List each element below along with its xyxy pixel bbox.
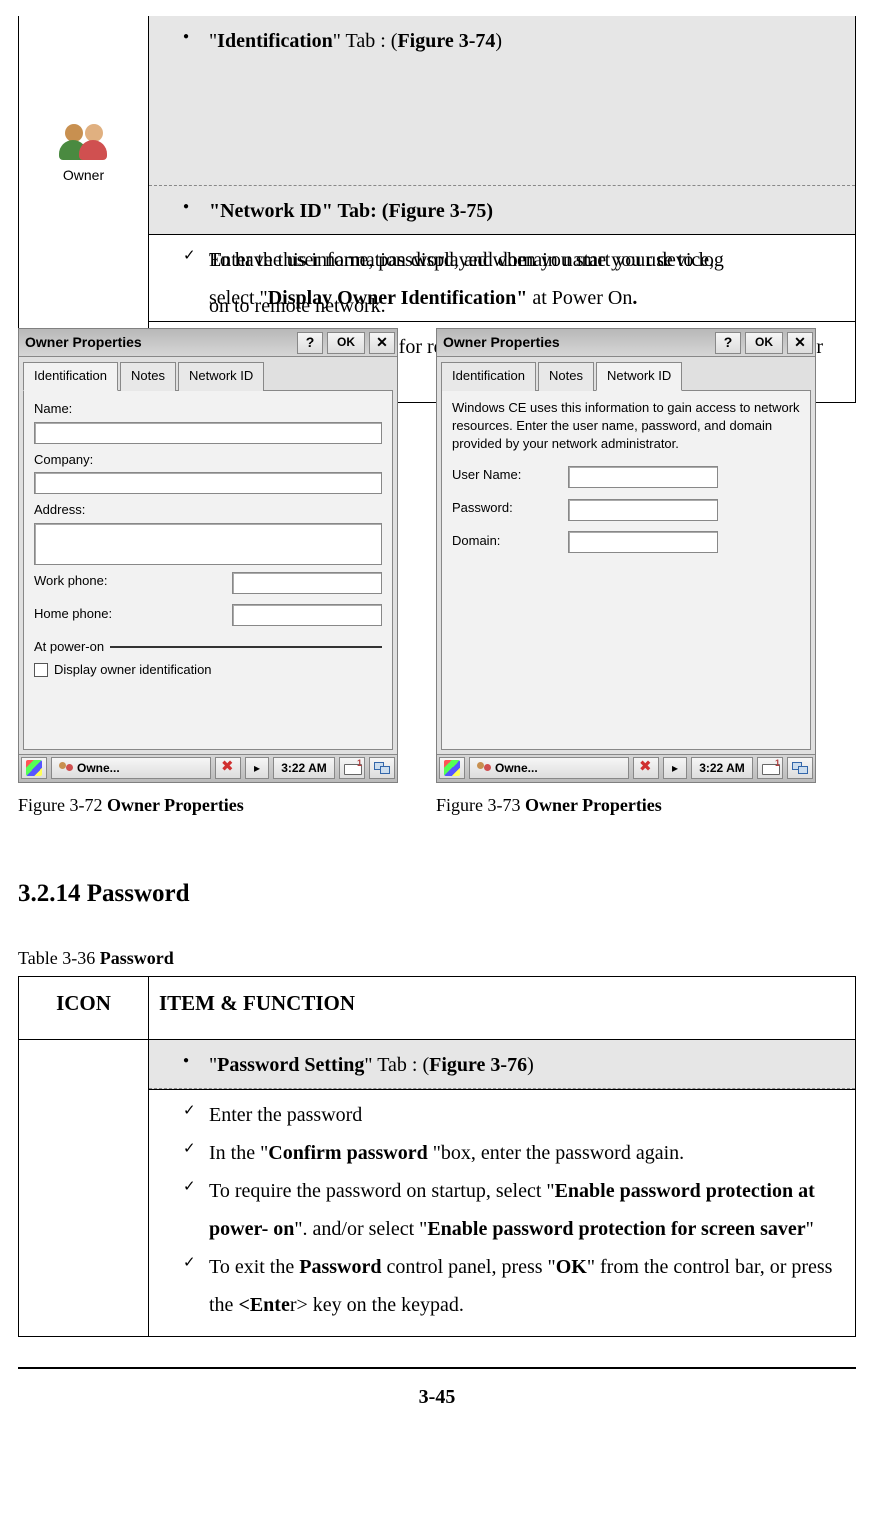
keyboard-indicator[interactable] [339,757,365,779]
page-number: 3-45 [18,1367,856,1413]
start-icon [444,760,460,776]
display-owner-label: Display owner identification [54,660,212,681]
name-input[interactable] [34,422,382,444]
work-phone-label: Work phone: [34,571,226,592]
password-step-1: Enter the password [209,1096,845,1134]
identification-tab-heading: "Identification" Tab : (Figure 3-74) [209,22,845,60]
bullet-check-icon [183,1096,209,1134]
network-icon [792,760,808,776]
start-button[interactable] [439,757,465,779]
close-button[interactable] [787,332,813,354]
password-table-header-func: ITEM & FUNCTION [149,977,856,1040]
tab-body: Windows CE uses this information to gain… [441,390,811,750]
owner-icon-label: Owner [19,164,148,186]
tray-arrow[interactable]: ▸ [663,757,687,779]
password-table: ICON ITEM & FUNCTION "Password Setting" … [18,976,856,1337]
bullet-check-icon [183,1134,209,1172]
tab-network-id[interactable]: Network ID [178,362,264,391]
address-label: Address: [34,500,382,521]
table-caption: Table 3-36 Password [18,944,856,973]
bullet-check-icon [183,1172,209,1248]
tab-strip: Identification Notes Network ID [19,357,397,390]
owner-tab-body-text: To have this information displayed when … [209,241,845,317]
taskbar: Owne... ▸ 3:22 AM [19,754,397,782]
domain-input[interactable] [568,531,718,553]
owner-task-icon [58,760,74,776]
help-button[interactable] [715,332,741,354]
window-title: Owner Properties [25,331,293,353]
keyboard-indicator[interactable] [757,757,783,779]
tray-arrow[interactable]: ▸ [245,757,269,779]
figure-caption-left: Figure 3-72 Owner Properties [18,791,398,820]
owner-task-icon [476,760,492,776]
clock[interactable]: 3:22 AM [273,757,335,779]
domain-label: Domain: [452,531,562,552]
network-indicator[interactable] [369,757,395,779]
username-input[interactable] [568,466,718,488]
bullet-dot-icon [183,1046,209,1084]
tray-x-icon [638,760,654,776]
password-step-4: To exit the Password control panel, pres… [209,1248,845,1324]
keyboard-icon [344,760,360,776]
tab-notes[interactable]: Notes [538,362,594,391]
section-heading: 3.2.14 Password [18,874,856,914]
close-button[interactable] [369,332,395,354]
home-phone-label: Home phone: [34,604,226,625]
taskbar-app-button[interactable]: Owne... [51,757,211,779]
password-label: Password: [452,498,562,519]
work-phone-input[interactable] [232,572,382,594]
taskbar: Owne... ▸ 3:22 AM [437,754,815,782]
display-owner-checkbox[interactable] [34,663,48,677]
window-title: Owner Properties [443,331,711,353]
tray-item[interactable] [633,757,659,779]
tray-x-icon [220,760,236,776]
address-input[interactable] [34,523,382,565]
password-table-header-icon: ICON [19,977,149,1040]
titlebar: Owner Properties OK [19,329,397,357]
owner-properties-networkid-window: Owner Properties OK Identification Notes… [436,328,816,783]
network-id-description: Windows CE uses this information to gain… [452,399,800,454]
tab-body: Name: Company: Address: Work phone: Home… [23,390,393,750]
password-step-3: To require the password on startup, sele… [209,1172,845,1248]
start-icon [26,760,42,776]
password-input[interactable] [568,499,718,521]
tab-identification[interactable]: Identification [23,362,118,391]
username-label: User Name: [452,465,562,486]
home-phone-input[interactable] [232,604,382,626]
bullet-check-icon [183,1248,209,1324]
tab-strip: Identification Notes Network ID [437,357,815,390]
tab-identification[interactable]: Identification [441,362,536,391]
taskbar-app-button[interactable]: Owne... [469,757,629,779]
bullet-check-icon [183,241,209,317]
bullet-dot-icon [183,22,209,60]
tray-item[interactable] [215,757,241,779]
company-input[interactable] [34,472,382,494]
password-step-2: In the "Confirm password "box, enter the… [209,1134,845,1172]
network-indicator[interactable] [787,757,813,779]
titlebar: Owner Properties OK [437,329,815,357]
name-label: Name: [34,399,382,420]
password-setting-tab-heading: "Password Setting" Tab : (Figure 3-76) [209,1046,845,1084]
clock[interactable]: 3:22 AM [691,757,753,779]
keyboard-icon [762,760,778,776]
password-icon-cell [19,1039,149,1336]
company-label: Company: [34,450,382,471]
owner-icon [59,116,109,160]
start-button[interactable] [21,757,47,779]
help-button[interactable] [297,332,323,354]
bullet-dot-icon [183,192,209,230]
ok-button[interactable]: OK [745,332,783,354]
ok-button[interactable]: OK [327,332,365,354]
tab-notes[interactable]: Notes [120,362,176,391]
figure-caption-right: Figure 3-73 Owner Properties [436,791,816,820]
at-power-on-label: At power-on [34,637,104,658]
network-icon [374,760,390,776]
tab-network-id[interactable]: Network ID [596,362,682,391]
owner-properties-identification-window: Owner Properties OK Identification Notes… [18,328,398,783]
network-id-tab-heading: "Network ID" Tab: (Figure 3-75) [209,192,845,230]
